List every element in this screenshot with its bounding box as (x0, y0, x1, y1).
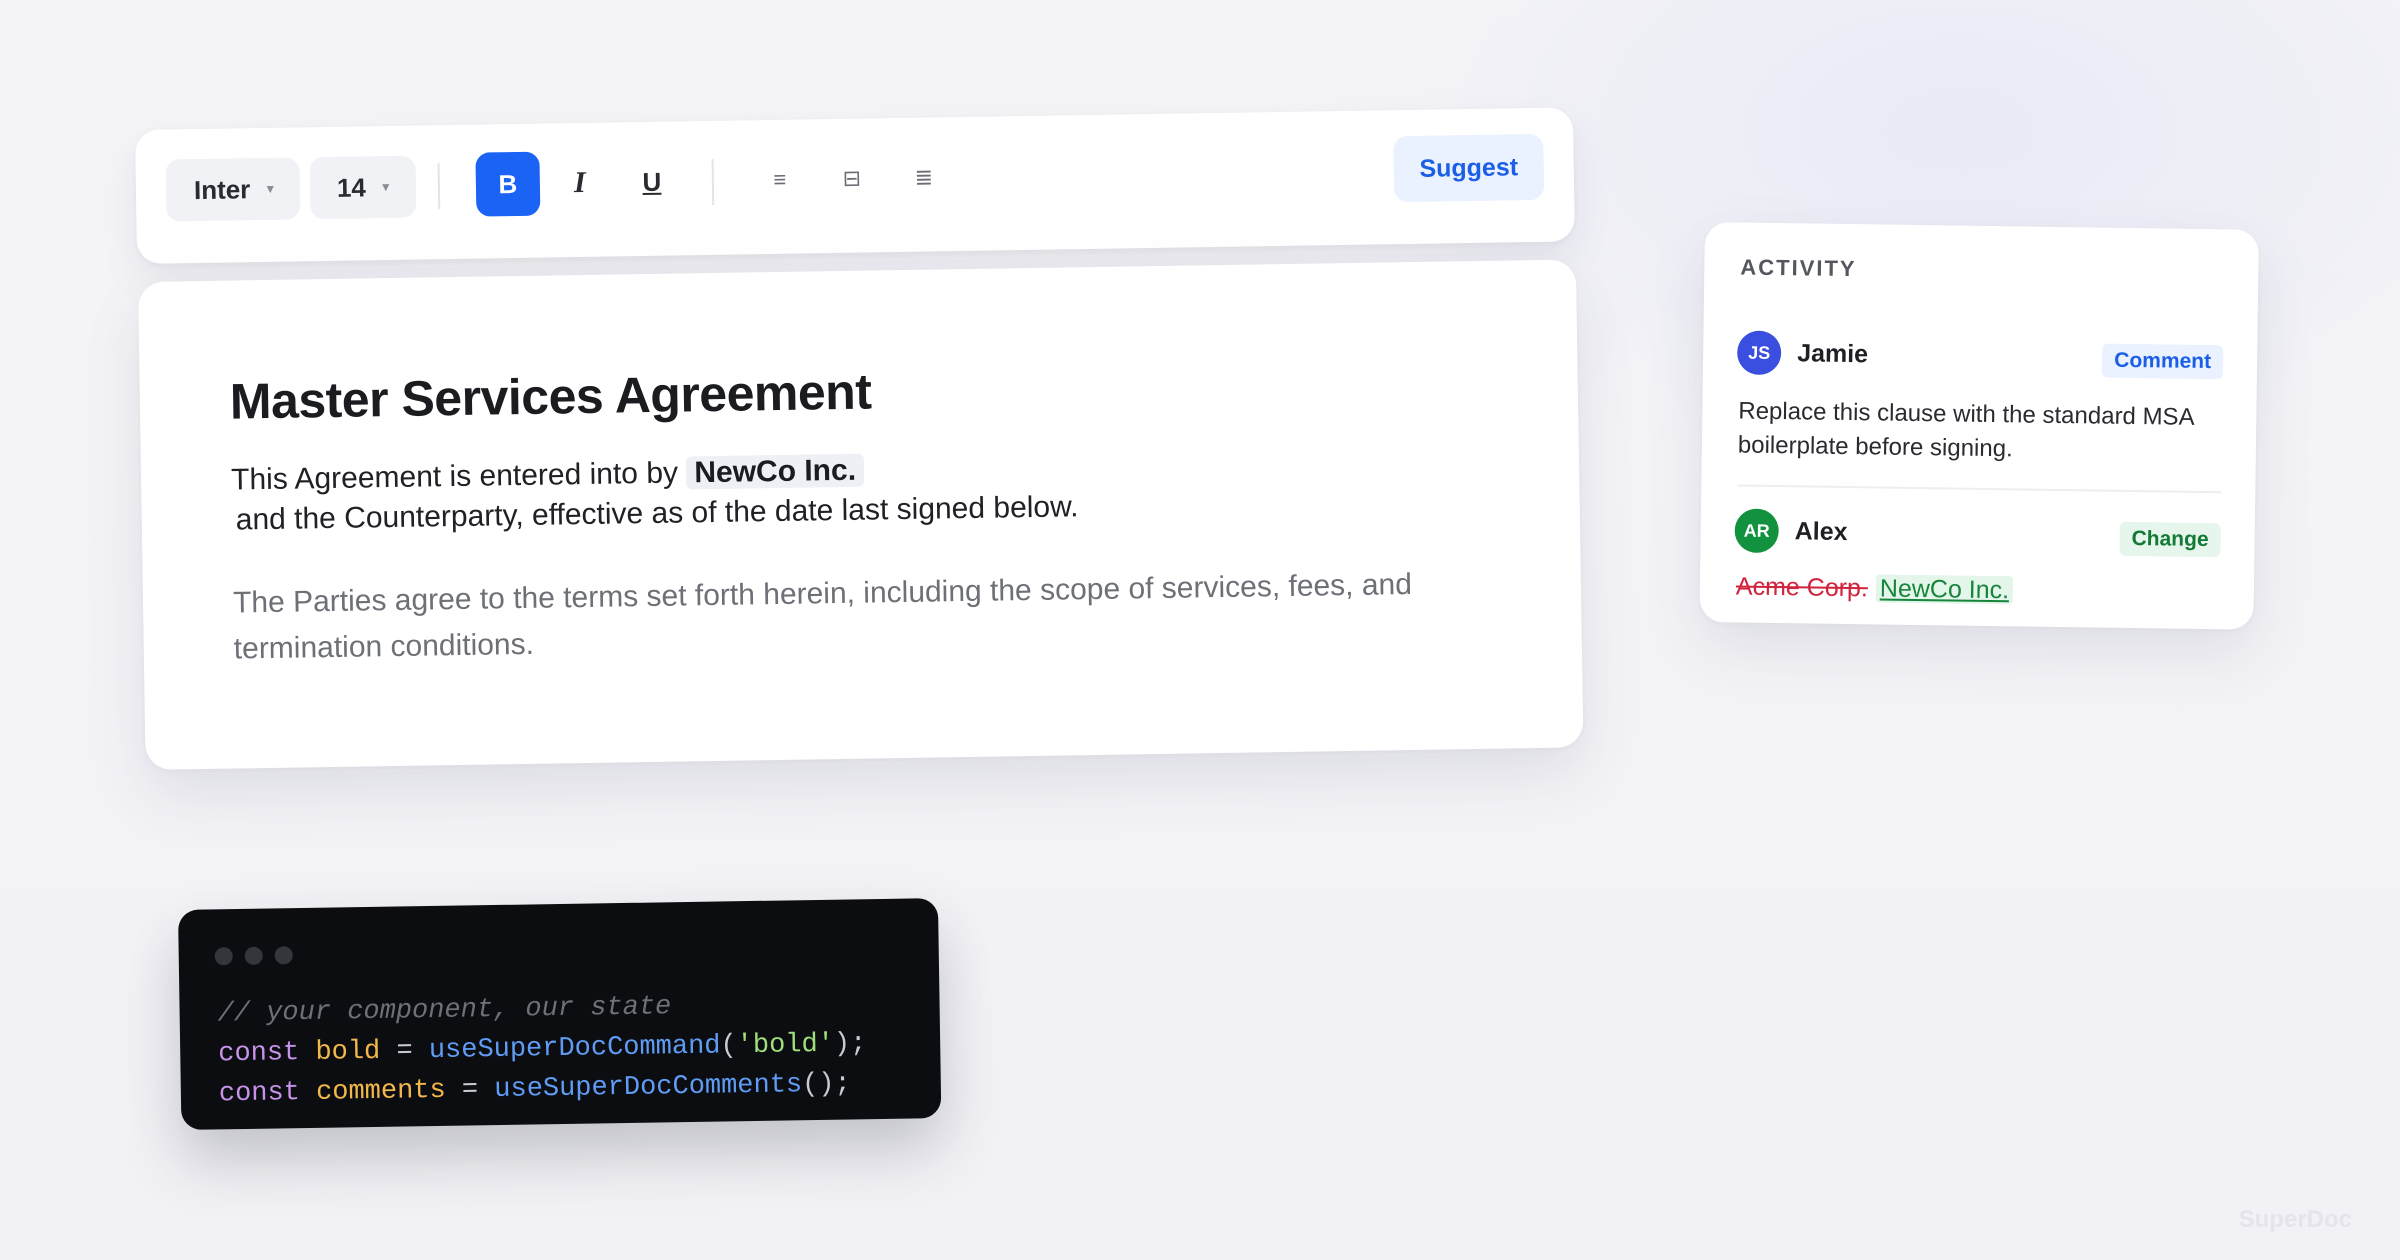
code-line: const bold = useSuperDocCommand('bold'); (218, 1029, 867, 1069)
document-page[interactable]: Master Services Agreement This Agreement… (138, 259, 1584, 770)
align-justify-icon[interactable]: ≣ (899, 145, 948, 210)
document-paragraph: The Parties agree to the terms set forth… (232, 568, 1413, 666)
toolbar-divider (711, 158, 715, 205)
code-snippet: // your component, our state const bold … (178, 898, 942, 1130)
align-center-icon[interactable]: ⊟ (827, 146, 876, 211)
chevron-down-icon: ▼ (379, 179, 392, 195)
tracked-change[interactable]: Acme Corp. NewCo Inc. (1736, 572, 2014, 605)
code-punctuation: ); (833, 1029, 867, 1060)
document-paragraph: This Agreement is entered into by NewCo … (231, 447, 1079, 540)
suggest-button[interactable]: Suggest (1393, 133, 1545, 203)
deleted-text: Acme Corp. (1735, 572, 1869, 603)
code-keyword: const (218, 1078, 301, 1110)
comment-text[interactable]: Replace this clause with the standard MS… (1738, 394, 2209, 469)
highlighted-party-name[interactable]: NewCo Inc. (686, 453, 865, 490)
inserted-text: NewCo Inc. (1875, 574, 2014, 605)
code-function: useSuperDocCommand (428, 1031, 721, 1067)
code-punctuation: (); (801, 1069, 851, 1101)
avatar: JS (1736, 330, 1782, 376)
underline-button[interactable]: U (619, 149, 684, 214)
code-function: useSuperDocComments (494, 1070, 803, 1106)
activity-author: Jamie (1796, 339, 1869, 369)
code-punctuation: ( (720, 1031, 737, 1062)
bold-button[interactable]: B (475, 151, 541, 217)
window-dot-icon (274, 946, 293, 965)
avatar: AR (1734, 508, 1779, 554)
font-size-select[interactable]: 14 ▼ (309, 155, 417, 220)
font-size-value: 14 (336, 171, 367, 203)
paragraph-text: and the Counterparty, effective as of th… (235, 490, 1079, 537)
chevron-down-icon: ▼ (264, 181, 277, 196)
code-operator: = (461, 1075, 479, 1106)
document-title: Master Services Agreement (229, 363, 872, 430)
divider (1737, 484, 2222, 494)
editor-toolbar: Inter ▼ 14 ▼ B I U ≡ ⊟ ≣ Suggest (135, 107, 1575, 264)
window-dot-icon (244, 946, 263, 965)
code-variable: comments (315, 1075, 446, 1108)
align-left-icon[interactable]: ≡ (755, 148, 804, 213)
change-badge: Change (2119, 521, 2221, 558)
code-keyword: const (218, 1038, 300, 1070)
window-dot-icon (214, 947, 233, 966)
code-line: const comments = useSuperDocComments(); (219, 1069, 851, 1109)
font-family-value: Inter (193, 173, 251, 205)
toolbar-divider (437, 163, 441, 210)
code-variable: bold (315, 1036, 381, 1068)
comment-badge: Comment (2102, 343, 2224, 380)
code-string: 'bold' (736, 1029, 835, 1062)
code-comment: // your component, our state (217, 992, 672, 1030)
paragraph-text: This Agreement is entered into by (230, 456, 679, 497)
activity-author: Alex (1794, 517, 1848, 547)
brand-watermark: SuperDoc (2238, 1206, 2352, 1233)
activity-heading: ACTIVITY (1740, 254, 1857, 282)
window-controls (214, 946, 293, 966)
code-operator: = (396, 1036, 413, 1067)
font-family-select[interactable]: Inter ▼ (165, 157, 301, 222)
italic-button[interactable]: I (547, 151, 612, 216)
activity-panel: ACTIVITY JS Jamie Comment Replace this c… (1699, 222, 2259, 630)
